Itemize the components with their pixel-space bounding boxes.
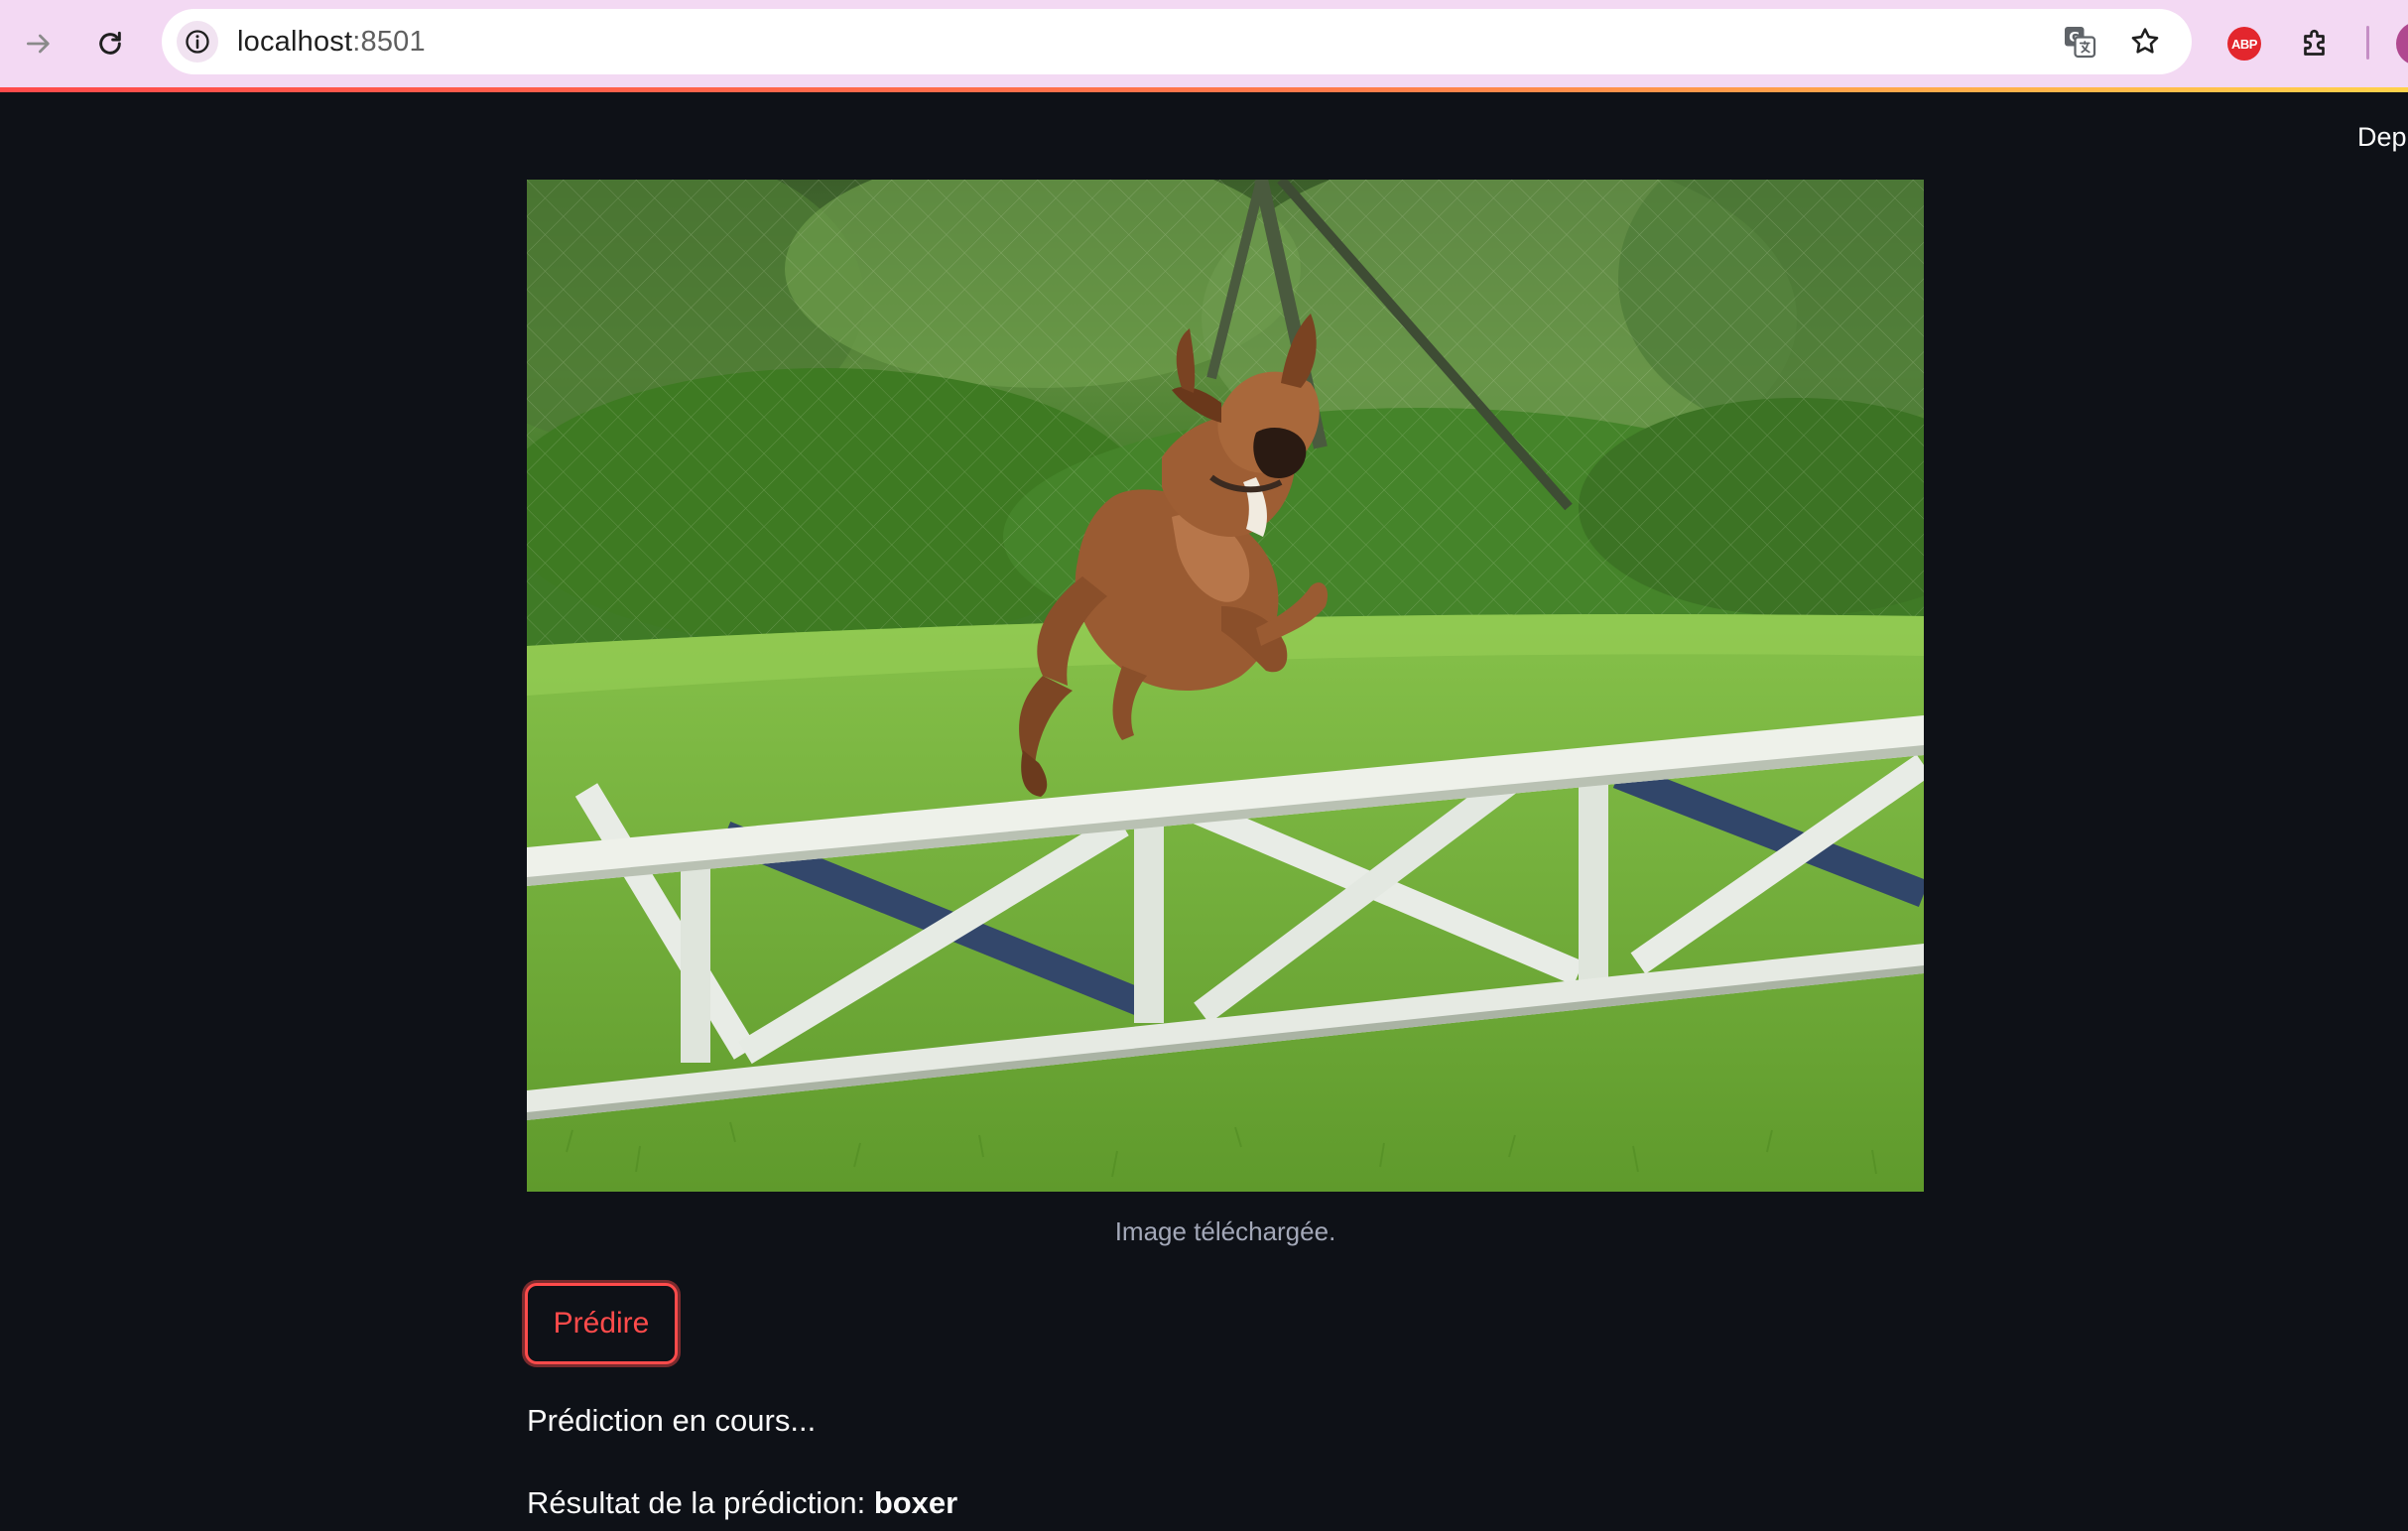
prediction-status: Prédiction en cours... [527, 1403, 817, 1438]
profile-avatar[interactable] [2396, 22, 2408, 65]
app-header-decoration [0, 87, 2408, 92]
adblock-plus-icon: ABP [2227, 27, 2261, 61]
forward-button[interactable] [13, 18, 64, 69]
url-text[interactable]: localhost:8501 [237, 9, 426, 74]
url-host: localhost [237, 26, 353, 58]
image-caption: Image téléchargée. [1114, 1216, 1336, 1246]
prediction-result: Résultat de la prédiction: boxer [527, 1481, 957, 1525]
bookmark-button[interactable] [2123, 20, 2167, 64]
uploaded-image [527, 180, 1924, 1192]
dog-jumping-photo [527, 180, 1924, 1192]
extensions-button[interactable] [2292, 20, 2340, 67]
site-info-button[interactable] [177, 21, 218, 63]
adblock-plus-extension[interactable]: ABP [2220, 20, 2268, 67]
predict-button[interactable]: Prédire [525, 1283, 678, 1364]
prediction-result-label: Résultat de la prédiction: [527, 1485, 874, 1520]
bookmark-star-icon [2131, 28, 2159, 54]
prediction-result-value: boxer [873, 1485, 958, 1520]
address-bar[interactable]: localhost:8501 G [162, 9, 2192, 74]
info-icon [186, 30, 209, 54]
url-port: :8501 [352, 26, 426, 58]
browser-toolbar: localhost:8501 G ABP [0, 0, 2408, 87]
toolbar-divider [2366, 26, 2369, 60]
translate-icon: G [2065, 27, 2096, 59]
puzzle-piece-icon [2304, 29, 2325, 56]
translate-button[interactable]: G [2058, 20, 2101, 64]
reload-icon [99, 31, 121, 55]
deploy-button[interactable]: Depl [2357, 119, 2408, 155]
reload-button[interactable] [84, 18, 136, 69]
forward-arrow-icon [27, 34, 50, 54]
